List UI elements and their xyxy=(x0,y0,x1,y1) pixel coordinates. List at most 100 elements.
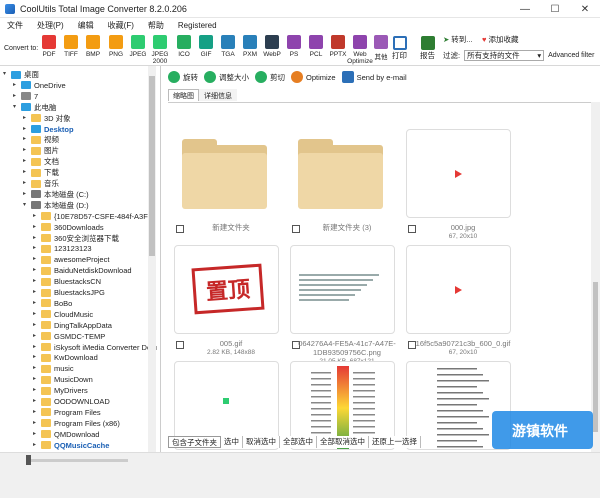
tree-item[interactable]: ▸ {10E78D57-CSFE-484f-A3F2- xyxy=(33,211,154,222)
tree-scrollbar[interactable] xyxy=(148,66,156,452)
format-其他-button[interactable]: 其他 xyxy=(371,35,391,61)
rotate-button[interactable]: 旋转 xyxy=(168,71,198,83)
tree-item[interactable]: ▸ BluestacksCN xyxy=(33,276,101,287)
zoom-slider[interactable] xyxy=(28,459,128,462)
tree-item[interactable]: ▸ OODOWNLOAD xyxy=(33,396,110,407)
deselect-button[interactable]: 取消选中 xyxy=(243,436,280,448)
tree-item[interactable]: ▸ 图片 xyxy=(23,145,59,156)
tree-item[interactable]: ▸ 360Downloads xyxy=(33,222,104,233)
thumbnail-item[interactable]: 新建文件夹 xyxy=(168,125,279,233)
tree-item[interactable]: ▸ QQMusicCache xyxy=(33,440,109,451)
chevron-right-icon[interactable]: ▸ xyxy=(33,374,41,385)
menu-help[interactable]: 帮助 xyxy=(141,20,171,31)
tree-item[interactable]: ▸ BaiduNetdiskDownload xyxy=(33,265,132,276)
minimize-button[interactable]: — xyxy=(510,0,540,18)
chevron-right-icon[interactable]: ▸ xyxy=(33,243,41,254)
filter-select[interactable]: 所有支持的文件 ▾ xyxy=(464,50,545,61)
tree-item[interactable]: ▸ BluestacksJPG xyxy=(33,287,105,298)
tree-item[interactable]: ▸ music xyxy=(33,363,74,374)
tree-item[interactable]: ▸ 360安全浏览器下载 xyxy=(33,233,119,244)
menu-process[interactable]: 处理(P) xyxy=(30,20,71,31)
include-subfolders-button[interactable]: 包含子文件夹 xyxy=(168,436,221,448)
thumbnail-image[interactable] xyxy=(290,245,395,334)
format-jpeg-2000-button[interactable]: JPEG 2000 xyxy=(145,35,175,65)
tab-thumbnails[interactable]: 缩略图 xyxy=(168,89,199,101)
deselect-all-button[interactable]: 全部取消选中 xyxy=(317,436,369,448)
zoom-slider-thumb[interactable] xyxy=(26,455,31,465)
chevron-right-icon[interactable]: ▸ xyxy=(23,145,31,156)
tree-item[interactable]: ▸ Program Files (x86) xyxy=(33,418,120,429)
chevron-right-icon[interactable]: ▸ xyxy=(33,342,41,353)
format-png-button[interactable]: PNG xyxy=(106,35,126,58)
chevron-right-icon[interactable]: ▸ xyxy=(23,178,31,189)
add-favorite-button[interactable]: ♥ 添加收藏 xyxy=(482,34,518,45)
chevron-right-icon[interactable]: ▸ xyxy=(33,385,41,396)
maximize-button[interactable]: ☐ xyxy=(540,0,570,18)
format-ico-button[interactable]: ICO xyxy=(174,35,194,58)
tree-item[interactable]: ▸ MusicDown xyxy=(33,374,93,385)
thumbnail-item[interactable]: 16f5c5a90721c3b_600_0.gif 67, 20x10 xyxy=(400,241,511,356)
print-button[interactable]: 打印 xyxy=(392,36,407,61)
tree-item[interactable]: ▸ 音乐 xyxy=(23,178,59,189)
chevron-down-icon[interactable]: ▾ xyxy=(23,200,31,211)
format-pcl-button[interactable]: PCL xyxy=(306,35,326,58)
tree-item[interactable]: ▸ DingTalkAppData xyxy=(33,320,112,331)
chevron-right-icon[interactable]: ▸ xyxy=(33,222,41,233)
thumbnail-image[interactable] xyxy=(174,129,279,218)
select-all-button[interactable]: 全部选中 xyxy=(280,436,317,448)
chevron-right-icon[interactable]: ▸ xyxy=(33,352,41,363)
tree-item[interactable]: ▸ 下载 xyxy=(23,167,59,178)
chevron-right-icon[interactable]: ▸ xyxy=(33,396,41,407)
tree-item[interactable]: ▸ Program Files xyxy=(33,407,101,418)
chevron-right-icon[interactable]: ▸ xyxy=(33,309,41,320)
tree-item[interactable]: ▸ QMDownload xyxy=(33,429,99,440)
close-button[interactable]: ✕ xyxy=(570,0,600,18)
chevron-right-icon[interactable]: ▸ xyxy=(33,429,41,440)
chevron-right-icon[interactable]: ▸ xyxy=(23,124,31,135)
chevron-right-icon[interactable]: ▸ xyxy=(33,363,41,374)
optimize-button[interactable]: Optimize xyxy=(291,71,336,83)
chevron-right-icon[interactable]: ▸ xyxy=(33,418,41,429)
tree-item[interactable]: ▸ BoBo xyxy=(33,298,72,309)
chevron-right-icon[interactable]: ▸ xyxy=(33,287,41,298)
report-button[interactable]: 报告 xyxy=(420,36,435,61)
chevron-right-icon[interactable]: ▸ xyxy=(33,254,41,265)
grid-scrollbar[interactable] xyxy=(591,102,600,452)
format-pdf-button[interactable]: PDF xyxy=(39,35,59,58)
tree-item[interactable]: ▸ 本地磁盘 (C:) xyxy=(23,189,89,200)
chevron-down-icon[interactable]: ▾ xyxy=(13,102,21,113)
tree-item[interactable]: ▾ 桌面 xyxy=(3,69,39,80)
chevron-right-icon[interactable]: ▸ xyxy=(33,331,41,342)
chevron-right-icon[interactable]: ▸ xyxy=(33,407,41,418)
format-ps-button[interactable]: PS xyxy=(284,35,304,58)
chevron-right-icon[interactable]: ▸ xyxy=(23,134,31,145)
chevron-right-icon[interactable]: ▸ xyxy=(13,80,21,91)
chevron-right-icon[interactable]: ▸ xyxy=(23,167,31,178)
thumbnail-item[interactable]: 置顶 005.gif 2.82 KB, 148x88 xyxy=(168,241,279,356)
format-bmp-button[interactable]: BMP xyxy=(83,35,103,58)
format-webp-button[interactable]: WebP xyxy=(262,35,282,58)
tree-item[interactable]: ▸ GSMDC-TEMP xyxy=(33,331,105,342)
chevron-right-icon[interactable]: ▸ xyxy=(23,113,31,124)
tree-item[interactable]: ▸ 视频 xyxy=(23,134,59,145)
thumbnail-image[interactable] xyxy=(406,245,511,334)
tree-item[interactable]: ▸ 123123123 xyxy=(33,243,92,254)
chevron-right-icon[interactable]: ▸ xyxy=(13,91,21,102)
tree-item[interactable]: ▸ Desktop xyxy=(23,124,74,135)
resize-button[interactable]: 调整大小 xyxy=(204,71,249,83)
thumbnail-item[interactable]: 064276A4-FE5A-41c7-A47E-1DB93509756C.png… xyxy=(284,241,396,365)
thumbnail-item[interactable]: 新建文件夹 (3) xyxy=(284,125,395,233)
advanced-filter-link[interactable]: Advanced filter xyxy=(548,52,594,59)
chevron-right-icon[interactable]: ▸ xyxy=(33,276,41,287)
thumbnail-image[interactable] xyxy=(290,129,395,218)
chevron-right-icon[interactable]: ▸ xyxy=(33,440,41,451)
chevron-right-icon[interactable]: ▸ xyxy=(33,233,41,244)
tree-item[interactable]: ▸ 文档 xyxy=(23,156,59,167)
chevron-right-icon[interactable]: ▸ xyxy=(33,320,41,331)
thumbnail-image[interactable] xyxy=(406,129,511,218)
restore-selection-button[interactable]: 还原上一选择 xyxy=(369,436,421,448)
thumbnail-image[interactable]: 置顶 xyxy=(174,245,279,334)
tree-item[interactable]: ▾ 本地磁盘 (D:) xyxy=(23,200,89,211)
tree-item[interactable]: ▸ MyDrivers xyxy=(33,385,88,396)
goto-button[interactable]: ➤ 转到... xyxy=(443,34,473,45)
